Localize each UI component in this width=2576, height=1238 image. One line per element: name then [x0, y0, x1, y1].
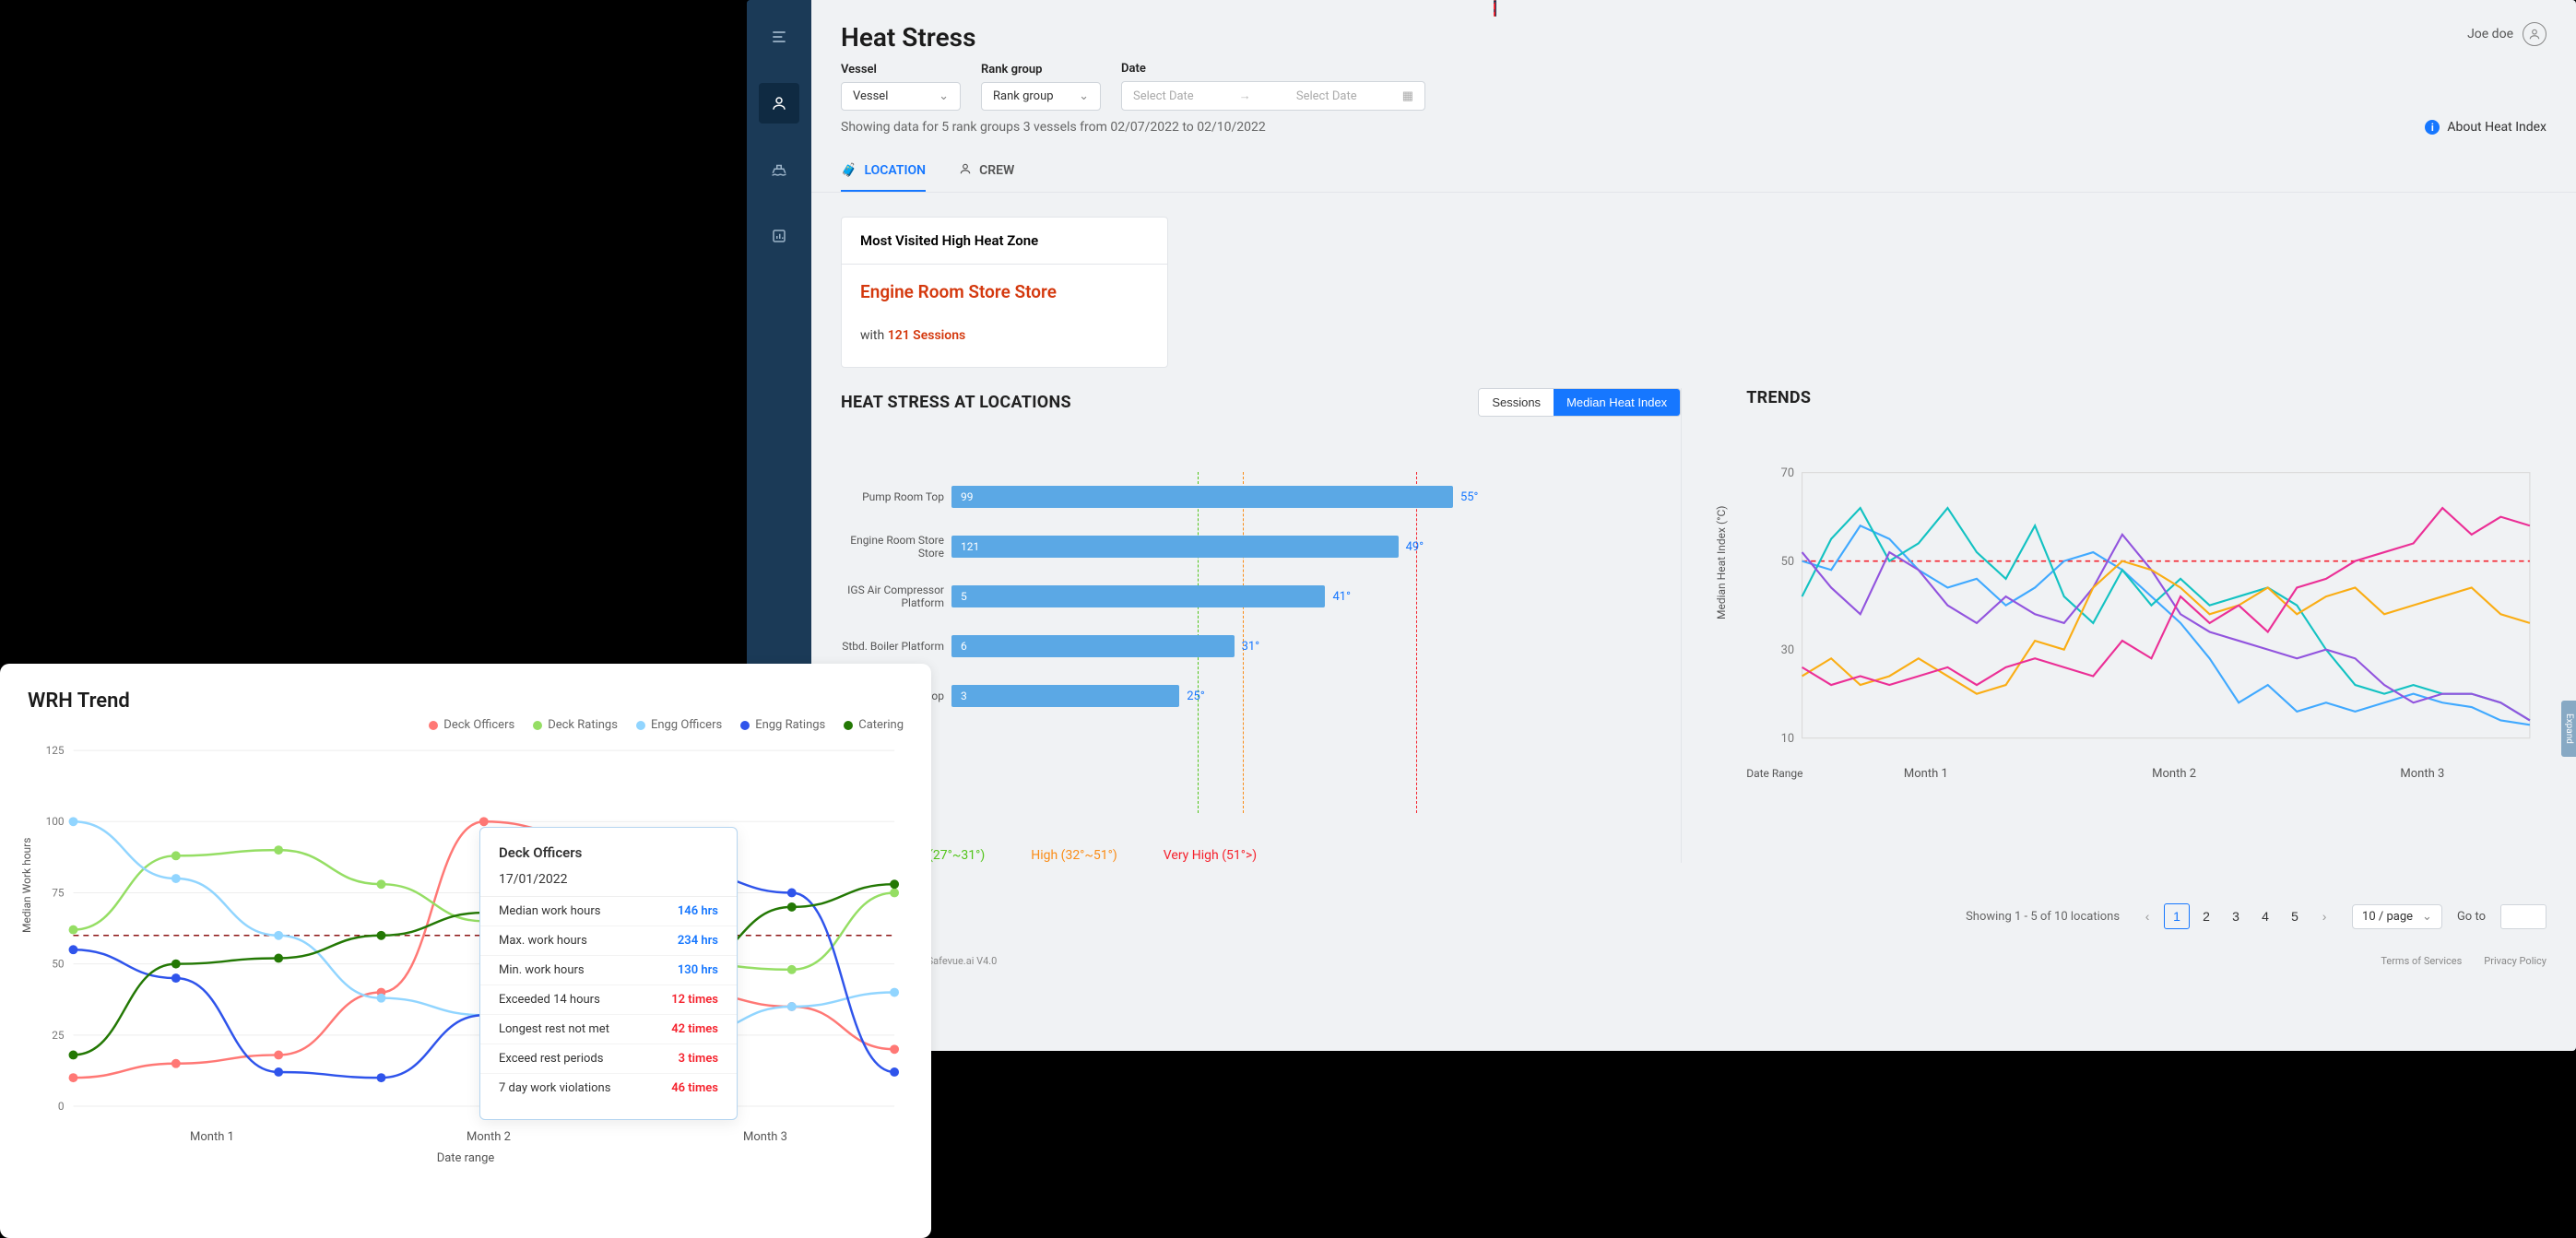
chevron-down-icon: ⌄: [939, 89, 949, 103]
legend-high: High (32°~51°): [1031, 848, 1117, 863]
pager-goto-label: Go to: [2457, 910, 2486, 924]
trends-title: TRENDS: [1746, 388, 1811, 407]
toggle-median-heat-index[interactable]: Median Heat Index: [1554, 389, 1680, 416]
wrh-ylabel: Median Work hours: [20, 838, 33, 933]
footer-privacy-link[interactable]: Privacy Policy: [2484, 955, 2546, 967]
pager-next[interactable]: ›: [2311, 903, 2337, 929]
bag-icon: 🧳: [841, 163, 857, 178]
svg-text:50: 50: [1781, 555, 1794, 569]
card-title: Most Visited High Heat Zone: [842, 218, 1167, 265]
date-range-picker[interactable]: Select Date → Select Date ▦: [1121, 81, 1425, 111]
toggle-sessions[interactable]: Sessions: [1479, 389, 1554, 416]
wrh-trend-card: WRH Trend Deck OfficersDeck RatingsEngg …: [0, 664, 931, 1238]
svg-text:30: 30: [1781, 643, 1794, 657]
user-avatar-icon: [2523, 22, 2546, 46]
sidebar-toggle-icon[interactable]: [759, 17, 799, 57]
svg-text:10: 10: [1781, 732, 1794, 746]
person-icon: [959, 162, 972, 179]
locations-bar-chart: Pump Room Top9955°Engine Room Store Stor…: [841, 472, 1681, 813]
expand-tab[interactable]: Expand: [2561, 701, 2576, 757]
calendar-icon: ▦: [1402, 89, 1413, 103]
date-start-placeholder: Select Date: [1133, 89, 1194, 103]
rank-group-select[interactable]: Rank group ⌄: [981, 82, 1101, 111]
filter-summary: Showing data for 5 rank groups 3 vessels…: [841, 120, 1266, 135]
pager-per-page[interactable]: 10 / page⌄: [2352, 904, 2442, 929]
chevron-down-icon: ⌄: [1079, 89, 1089, 103]
svg-text:100: 100: [46, 815, 65, 828]
sidebar-ship-icon[interactable]: [759, 149, 799, 190]
metric-toggle: Sessions Median Heat Index: [1478, 388, 1681, 417]
info-icon: i: [2425, 120, 2440, 135]
pager-page-1[interactable]: 1: [2164, 903, 2190, 929]
pager-page-3[interactable]: 3: [2223, 903, 2249, 929]
date-end-placeholder: Select Date: [1296, 89, 1357, 103]
trends-line-chart: Median Heat Index (°C) 10305070 Date Ran…: [1746, 463, 2546, 804]
wrh-line-chart: 0 25 50 75 100 125: [28, 739, 904, 1126]
rank-group-label: Rank group: [981, 63, 1101, 77]
trends-xtitle: Date Range: [1746, 767, 1802, 780]
svg-text:25: 25: [52, 1029, 65, 1042]
wrh-xlabel: Date range: [28, 1151, 904, 1165]
high-heat-zone-card: Most Visited High Heat Zone Engine Room …: [841, 217, 1168, 368]
pager-info: Showing 1 - 5 of 10 locations: [1966, 910, 2120, 924]
sidebar-person-icon[interactable]: [759, 83, 799, 124]
trends-ylabel: Median Heat Index (°C): [1715, 506, 1728, 619]
user-menu[interactable]: Joe doe: [2467, 22, 2546, 46]
pager-prev[interactable]: ‹: [2134, 903, 2160, 929]
about-link[interactable]: i About Heat Index: [2425, 120, 2546, 135]
footer-terms-link[interactable]: Terms of Services: [2381, 955, 2462, 967]
vessel-select[interactable]: Vessel ⌄: [841, 82, 961, 111]
page-title: Heat Stress: [841, 22, 975, 53]
pager-page-2[interactable]: 2: [2193, 903, 2219, 929]
zone-name: Engine Room Store Store: [860, 281, 1149, 302]
svg-text:70: 70: [1781, 466, 1794, 480]
pager-goto-input[interactable]: [2500, 904, 2546, 929]
pagination: Showing 1 - 5 of 10 locations ‹ 1 2 3 4 …: [1966, 903, 2546, 929]
wrh-legend: Deck OfficersDeck RatingsEngg OfficersEn…: [28, 718, 904, 732]
wrh-tooltip: Deck Officers 17/01/2022 Median work hou…: [479, 827, 738, 1120]
svg-text:50: 50: [52, 958, 64, 971]
svg-text:0: 0: [58, 1100, 65, 1113]
wrh-title: WRH Trend: [28, 690, 904, 713]
svg-text:75: 75: [52, 886, 65, 899]
vessel-label: Vessel: [841, 63, 961, 77]
tooltip-series: Deck Officers: [480, 844, 737, 868]
heat-legend: Moderate (27°~31°) High (32°~51°) Very H…: [841, 848, 1681, 863]
sidebar-report-icon[interactable]: [759, 216, 799, 256]
locations-title: HEAT STRESS AT LOCATIONS: [841, 393, 1071, 412]
date-label: Date: [1121, 62, 1425, 76]
tab-crew[interactable]: CREW: [959, 151, 1014, 192]
session-count: with 121 Sessions: [860, 328, 1149, 343]
pager-page-5[interactable]: 5: [2282, 903, 2308, 929]
legend-very-high: Very High (51°>): [1164, 848, 1257, 863]
tab-location[interactable]: 🧳 LOCATION: [841, 151, 926, 192]
user-name: Joe doe: [2467, 27, 2513, 41]
pager-page-4[interactable]: 4: [2252, 903, 2278, 929]
tooltip-date: 17/01/2022: [480, 868, 737, 897]
svg-text:125: 125: [46, 744, 65, 757]
